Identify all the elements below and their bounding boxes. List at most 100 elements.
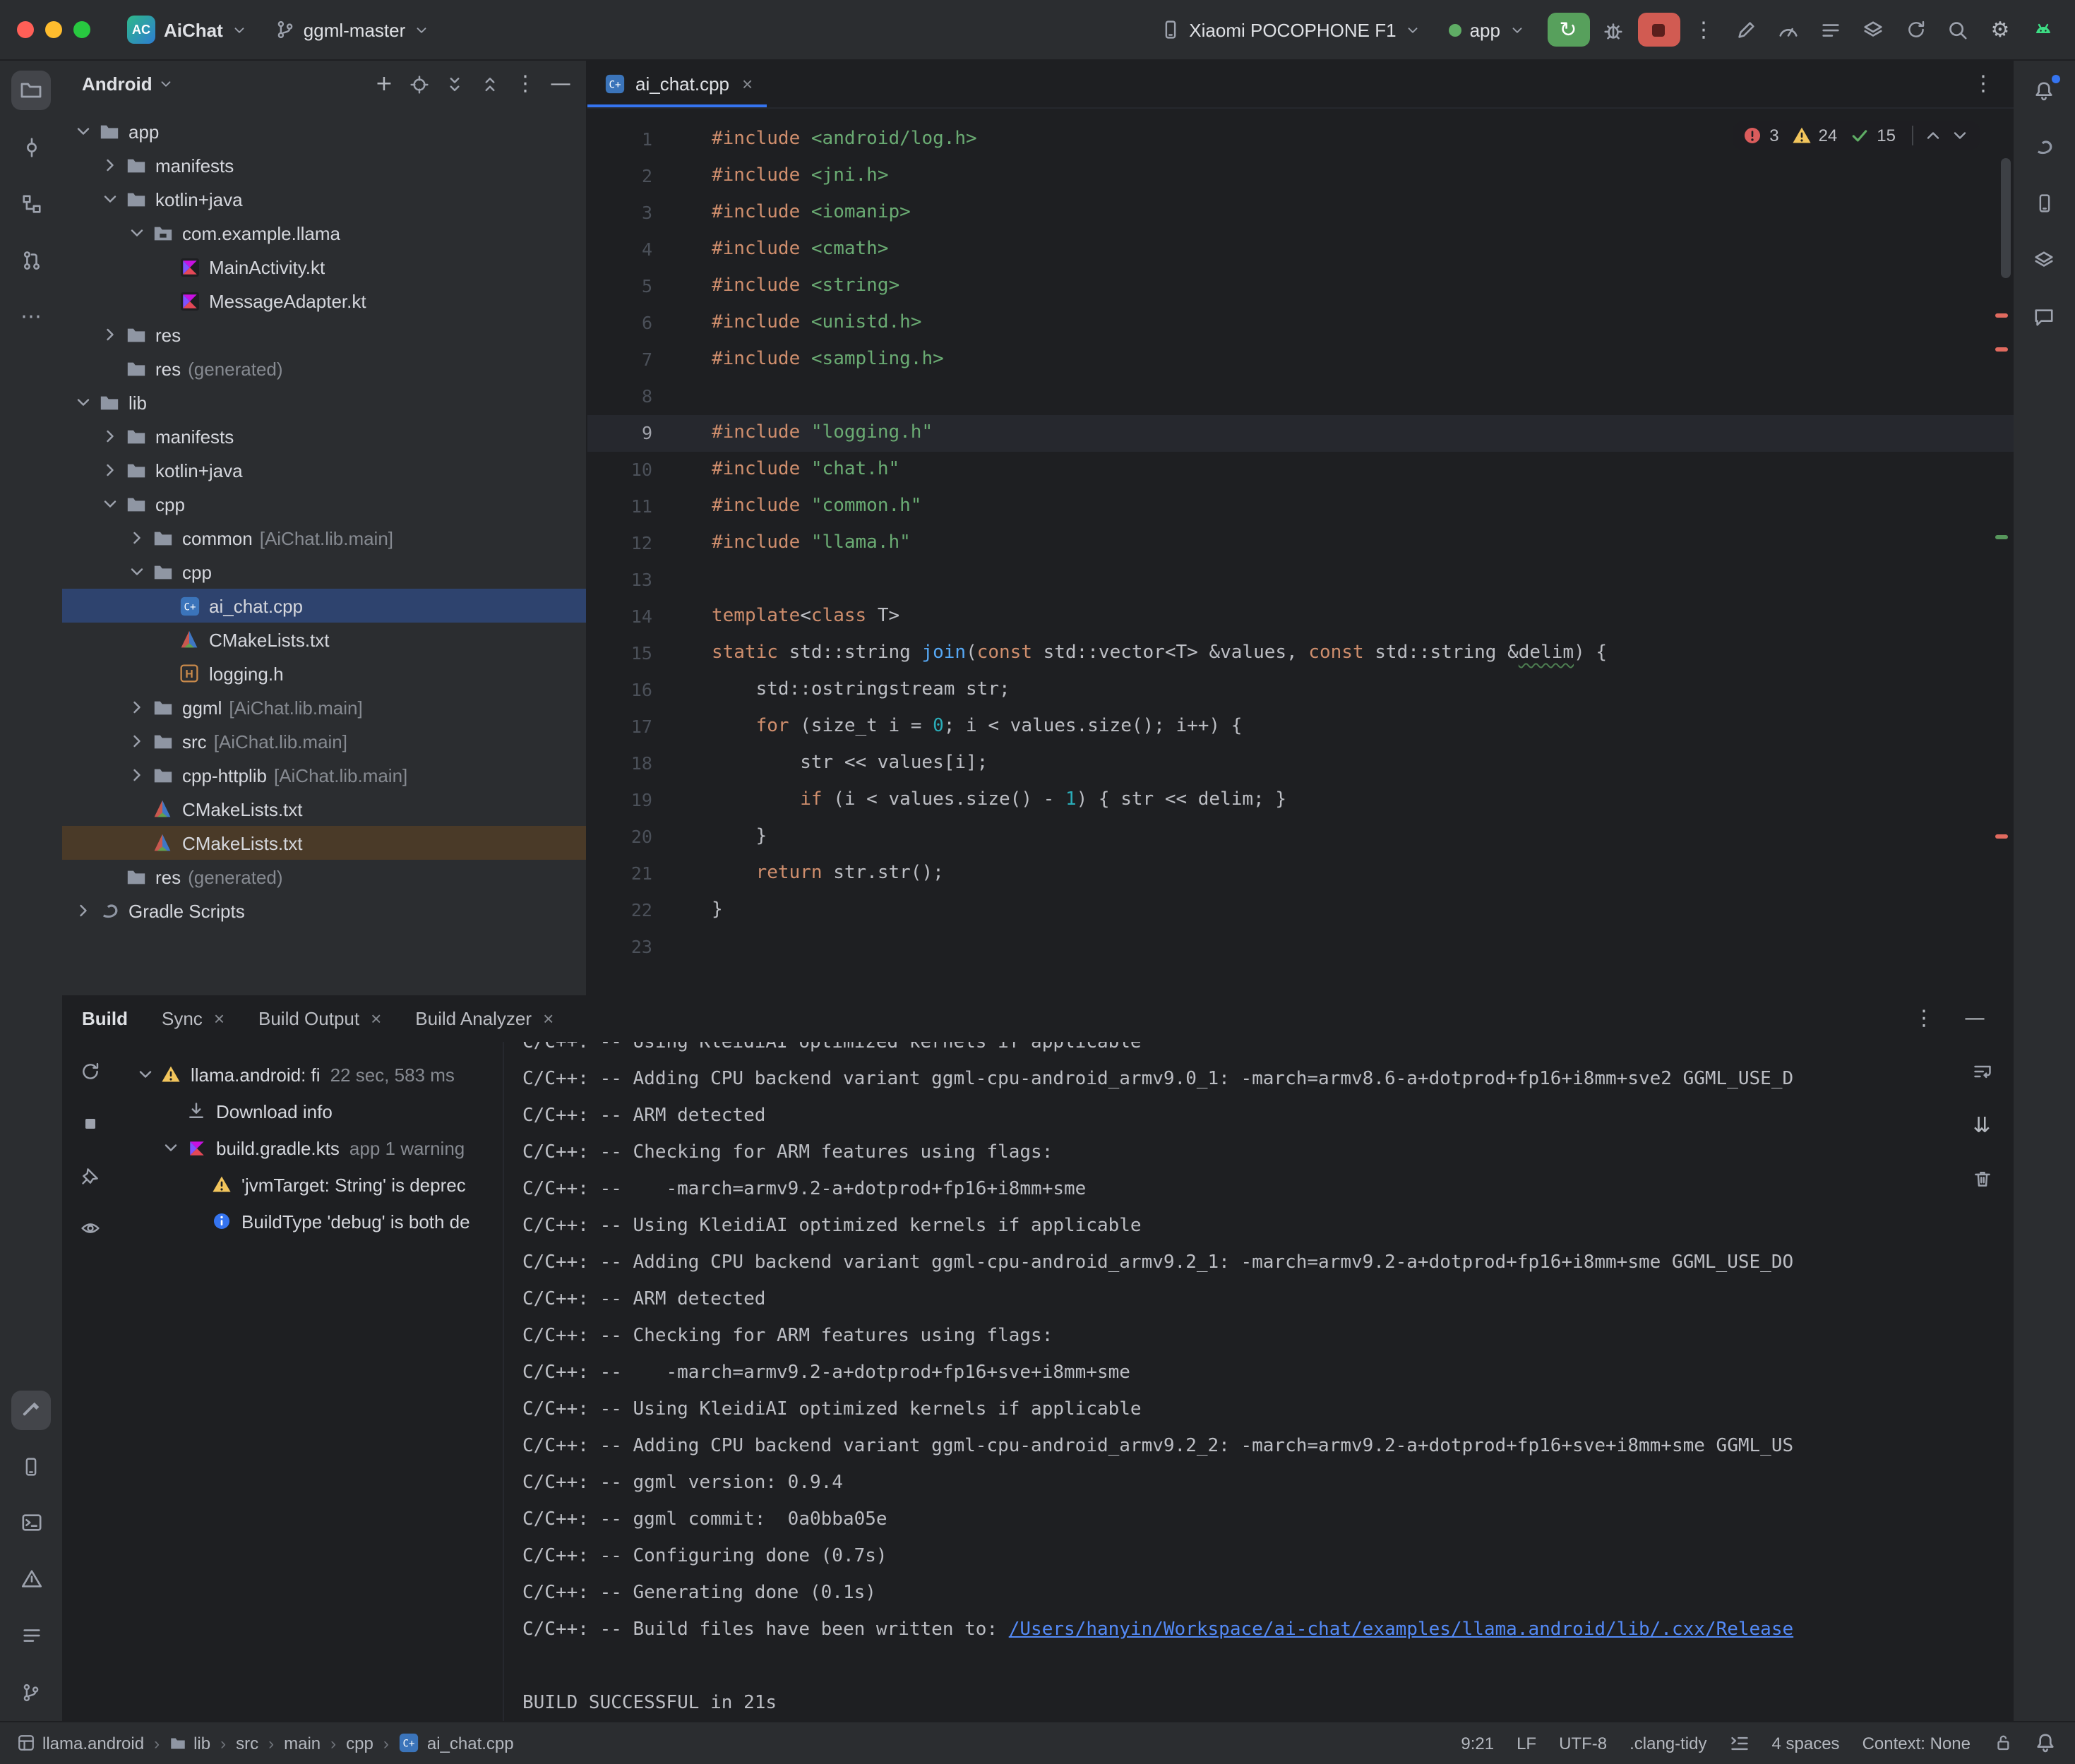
chevron-right-icon[interactable] <box>97 426 121 446</box>
breadcrumb-main[interactable]: main <box>284 1733 321 1753</box>
chevron-down-icon[interactable] <box>97 189 121 209</box>
running-devices-tool-button[interactable] <box>2024 240 2064 280</box>
tree-item-kotlin-java[interactable]: kotlin+java <box>62 182 586 216</box>
clear-console-icon[interactable] <box>1963 1160 2000 1197</box>
stop-build-icon[interactable] <box>72 1105 109 1142</box>
rerun-app-button[interactable]: ↻ <box>1547 13 1589 47</box>
commit-tool-button[interactable] <box>11 127 51 167</box>
close-tab-icon[interactable]: × <box>371 1008 381 1029</box>
code-line-23[interactable]: 23 <box>587 929 2013 966</box>
tree-item-gradle-scripts[interactable]: Gradle Scripts <box>62 894 586 928</box>
pull-requests-tool-button[interactable] <box>11 240 51 280</box>
caret-position[interactable]: 9:21 <box>1461 1733 1494 1753</box>
close-tab-icon[interactable]: × <box>742 73 753 95</box>
vcs-branch-widget[interactable]: ggml-master <box>264 15 441 44</box>
prev-problem-icon[interactable] <box>1922 126 1942 145</box>
app-inspection-icon[interactable] <box>1855 11 1891 48</box>
lock-icon[interactable] <box>1993 1734 2011 1752</box>
build-tab-build-output[interactable]: Build Output× <box>258 1008 381 1029</box>
clang-tidy-indicator[interactable]: .clang-tidy <box>1629 1733 1706 1753</box>
code-editor[interactable]: 1#include <android/log.h>2#include <jni.… <box>587 109 2013 995</box>
code-line-9[interactable]: 9#include "logging.h" <box>587 415 2013 452</box>
breadcrumb-lib[interactable]: lib <box>169 1733 210 1753</box>
build-options-icon[interactable]: ⋮ <box>1906 1000 1942 1037</box>
tree-item-res[interactable]: res(generated) <box>62 352 586 385</box>
tree-item-lib[interactable]: lib <box>62 385 586 419</box>
build-tab-sync[interactable]: Sync× <box>162 1008 225 1029</box>
tree-item-cmakelists-txt[interactable]: CMakeLists.txt <box>62 623 586 656</box>
pin-tab-icon[interactable] <box>72 1158 109 1194</box>
chevron-down-icon[interactable] <box>71 392 95 412</box>
code-line-22[interactable]: 22} <box>587 892 2013 929</box>
code-line-6[interactable]: 6#include <unistd.h> <box>587 305 2013 342</box>
tree-item-res[interactable]: res <box>62 318 586 352</box>
chevron-down-icon[interactable] <box>124 223 148 243</box>
notifications-status-icon[interactable] <box>2034 1732 2055 1753</box>
device-explorer-tool-button[interactable] <box>11 1446 51 1486</box>
code-line-14[interactable]: 14template<class T> <box>587 599 2013 635</box>
notifications-button[interactable] <box>2024 71 2064 110</box>
version-control-tool-button[interactable] <box>11 1672 51 1712</box>
chevron-down-icon[interactable] <box>124 562 148 582</box>
chevron-right-icon[interactable] <box>97 460 121 480</box>
chevron-right-icon[interactable] <box>97 155 121 175</box>
debug-button[interactable] <box>1595 11 1632 48</box>
code-line-16[interactable]: 16 std::ostringstream str; <box>587 672 2013 709</box>
code-line-10[interactable]: 10#include "chat.h" <box>587 452 2013 488</box>
profiler-icon[interactable] <box>1770 11 1807 48</box>
tree-item-ai-chat-cpp[interactable]: C+ai_chat.cpp <box>62 589 586 623</box>
chevron-right-icon[interactable] <box>124 731 148 751</box>
tree-item-cmakelists-txt[interactable]: CMakeLists.txt <box>62 826 586 860</box>
tree-item-cpp-httplib[interactable]: cpp-httplib[AiChat.lib.main] <box>62 758 586 792</box>
live-edit-icon[interactable] <box>1728 11 1764 48</box>
code-line-17[interactable]: 17 for (size_t i = 0; i < values.size();… <box>587 709 2013 745</box>
build-tab-build-analyzer[interactable]: Build Analyzer× <box>415 1008 554 1029</box>
tree-item-cpp[interactable]: cpp <box>62 555 586 589</box>
problems-tool-button[interactable] <box>11 1559 51 1599</box>
breadcrumb-src[interactable]: src <box>236 1733 258 1753</box>
tree-item-kotlin-java[interactable]: kotlin+java <box>62 453 586 487</box>
tree-item-cmakelists-txt[interactable]: CMakeLists.txt <box>62 792 586 826</box>
collapse-all-button[interactable] <box>473 67 507 101</box>
build-tool-title[interactable]: Build <box>82 1008 128 1029</box>
tree-item-cpp[interactable]: cpp <box>62 487 586 521</box>
code-line-19[interactable]: 19 if (i < values.size() - 1) { str << d… <box>587 782 2013 819</box>
code-line-11[interactable]: 11#include "common.h" <box>587 488 2013 525</box>
tree-item-mainactivity-kt[interactable]: MainActivity.kt <box>62 250 586 284</box>
change-stripe-mark[interactable] <box>1995 535 2007 539</box>
hide-build-panel-icon[interactable]: — <box>1956 1000 1993 1037</box>
breadcrumb-llama-android[interactable]: llama.android <box>17 1733 144 1753</box>
code-line-12[interactable]: 12#include "llama.h" <box>587 525 2013 562</box>
tree-item-common[interactable]: common[AiChat.lib.main] <box>62 521 586 555</box>
next-problem-icon[interactable] <box>1949 126 1969 145</box>
gradle-tool-button[interactable] <box>2024 127 2064 167</box>
device-selector[interactable]: Xiaomi POCOPHONE F1 <box>1149 15 1431 44</box>
editor-scrollbar[interactable] <box>2000 158 2010 278</box>
chevron-down-icon[interactable] <box>133 1064 157 1084</box>
chevron-down-icon[interactable] <box>97 494 121 514</box>
zoom-window-button[interactable] <box>73 21 90 38</box>
tree-item-src[interactable]: src[AiChat.lib.main] <box>62 724 586 758</box>
chevron-right-icon[interactable] <box>124 765 148 785</box>
settings-icon[interactable]: ⚙ <box>1982 11 2019 48</box>
tree-item-app[interactable]: app <box>62 114 586 148</box>
tree-item-ggml[interactable]: ggml[AiChat.lib.main] <box>62 690 586 724</box>
logcat-tool-button[interactable] <box>11 1616 51 1655</box>
tree-item-messageadapter-kt[interactable]: MessageAdapter.kt <box>62 284 586 318</box>
chevron-right-icon[interactable] <box>124 697 148 717</box>
editor-options-icon[interactable]: ⋮ <box>1965 66 2002 102</box>
error-stripe-mark[interactable] <box>1995 313 2007 318</box>
logcat-icon[interactable] <box>1812 11 1849 48</box>
code-line-3[interactable]: 3#include <iomanip> <box>587 195 2013 232</box>
stop-button[interactable] <box>1637 13 1680 47</box>
sync-project-icon[interactable] <box>1897 11 1934 48</box>
code-line-5[interactable]: 5#include <string> <box>587 268 2013 305</box>
code-line-20[interactable]: 20 } <box>587 819 2013 856</box>
file-link[interactable]: /Users/hanyin/Workspace/ai-chat/examples… <box>1009 1619 1793 1640</box>
assistant-tool-button[interactable] <box>2024 296 2064 336</box>
build-event-build-gradle-kts[interactable]: build.gradle.ktsapp 1 warning <box>119 1129 503 1166</box>
code-line-18[interactable]: 18 str << values[i]; <box>587 745 2013 782</box>
code-line-21[interactable]: 21 return str.str(); <box>587 856 2013 892</box>
code-line-13[interactable]: 13 <box>587 562 2013 599</box>
chevron-right-icon[interactable] <box>71 901 95 920</box>
